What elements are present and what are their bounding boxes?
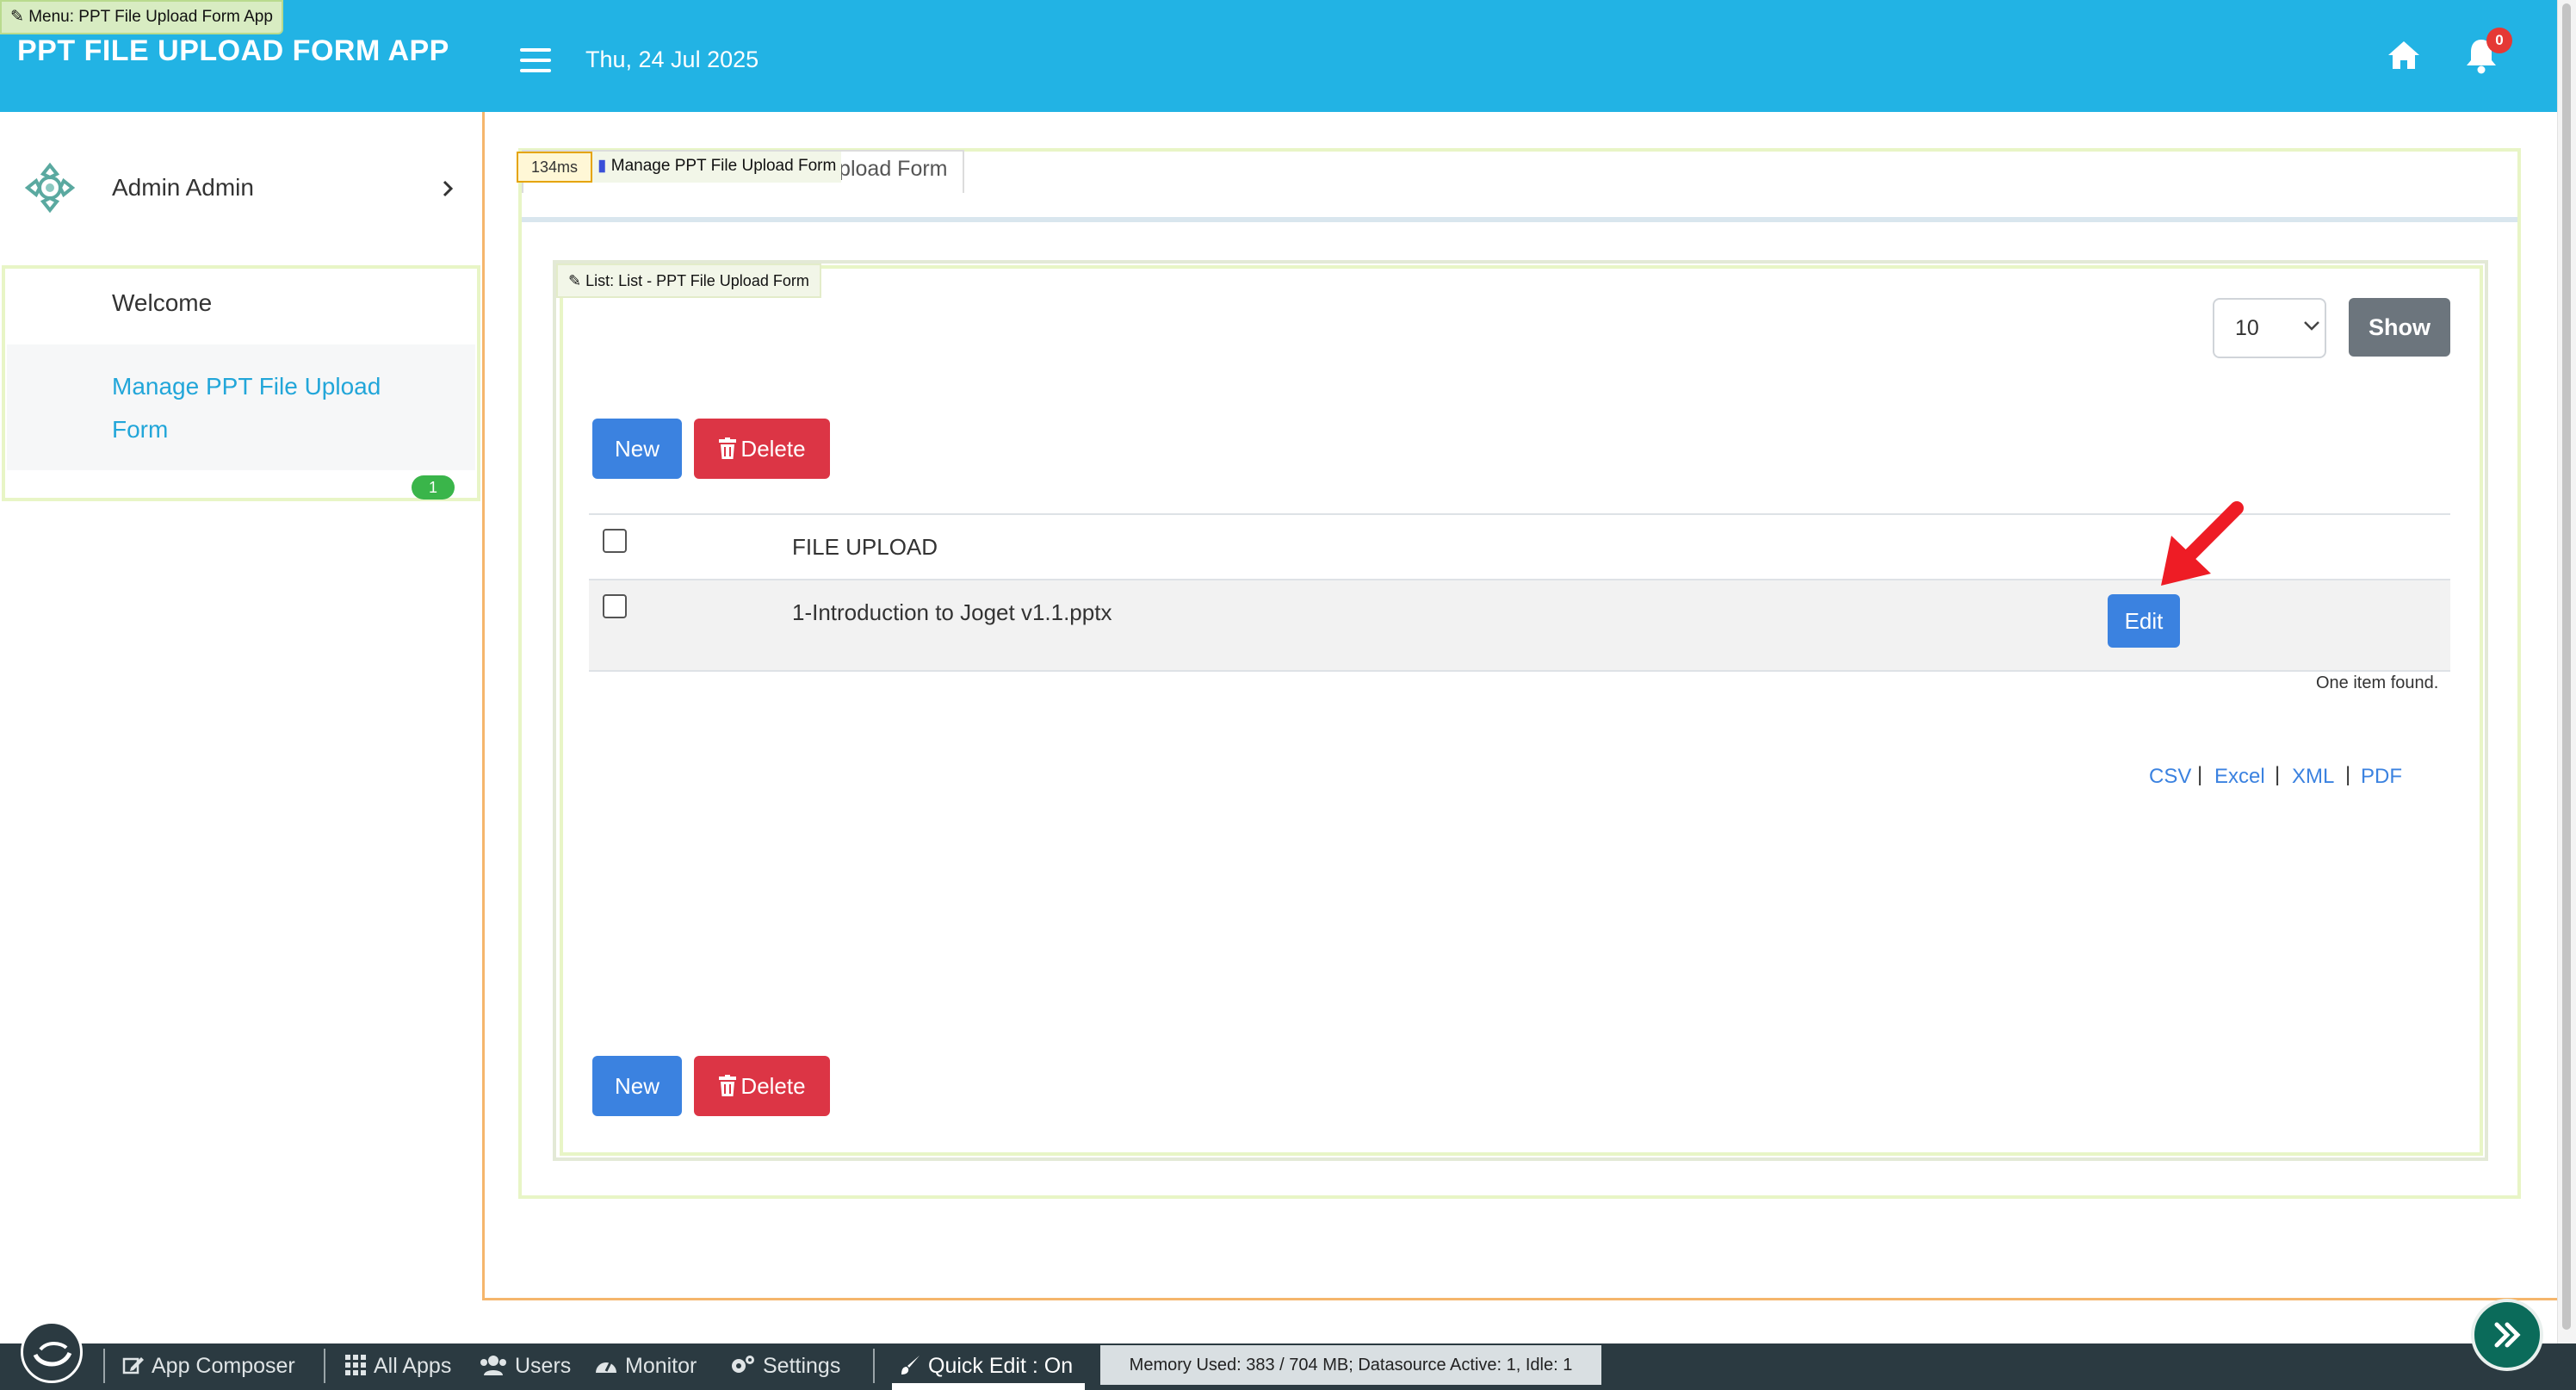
users-link[interactable]: Users	[479, 1354, 571, 1379]
settings-label: Settings	[763, 1354, 841, 1378]
row-file-name: 1-Introduction to Joget v1.1.pptx	[792, 599, 1112, 625]
sidebar-item-manage-ppt-file-upload-form[interactable]: Manage PPT File Upload Form	[112, 365, 387, 451]
delete-button[interactable]: Delete	[694, 419, 830, 479]
sidebar-item-welcome[interactable]: Welcome	[112, 289, 212, 317]
pencil-icon: ✎	[10, 8, 29, 26]
profile-name[interactable]: Admin Admin	[112, 174, 254, 202]
edit-icon	[122, 1357, 144, 1374]
settings-link[interactable]: Settings	[730, 1354, 840, 1379]
hamburger-menu-icon[interactable]	[520, 48, 551, 72]
new-button[interactable]: New	[592, 419, 682, 479]
double-chevron-right-icon	[2494, 1322, 2521, 1348]
tab-label[interactable]: Upload Form	[823, 157, 948, 182]
items-found-text: One item found.	[2316, 673, 2439, 692]
sidebar-item-count-badge: 1	[412, 475, 455, 500]
export-separator: |	[2345, 763, 2351, 786]
export-separator: |	[2197, 763, 2203, 786]
joget-logo-icon[interactable]	[21, 1321, 83, 1383]
trash-icon	[719, 437, 737, 459]
delete-button-label: Delete	[740, 1073, 806, 1099]
pencil-icon: ✎	[568, 272, 586, 289]
quick-edit-toggle[interactable]: Quick Edit : On	[899, 1354, 1073, 1379]
app-composer-link[interactable]: App Composer	[122, 1354, 295, 1379]
new-button-bottom[interactable]: New	[592, 1056, 682, 1116]
export-csv-link[interactable]: CSV	[2149, 765, 2191, 789]
admin-bar-separator	[873, 1349, 875, 1383]
menu-tag-label: Menu: PPT File Upload Form App	[28, 8, 273, 26]
list-quick-edit-box	[560, 265, 2483, 1156]
quick-edit-active-indicator	[892, 1383, 1085, 1390]
users-label: Users	[515, 1354, 572, 1378]
scrollbar-thumb[interactable]	[2562, 3, 2571, 1330]
notification-count-badge: 0	[2486, 28, 2512, 53]
list-quick-edit-tag[interactable]: ✎ List: List - PPT File Upload Form	[556, 264, 821, 298]
export-xml-link[interactable]: XML	[2292, 765, 2334, 789]
grid-icon	[345, 1355, 366, 1375]
expand-fab-button[interactable]	[2471, 1299, 2543, 1371]
column-header-file-upload[interactable]: FILE UPLOAD	[792, 534, 938, 561]
app-title[interactable]: PPT FILE UPLOAD FORM APP	[17, 34, 449, 68]
quick-edit-label: Quick Edit : On	[928, 1354, 1074, 1378]
app-composer-label: App Composer	[152, 1354, 295, 1378]
tab-divider	[522, 217, 2517, 222]
export-excel-link[interactable]: Excel	[2214, 765, 2265, 789]
users-icon	[480, 1356, 506, 1375]
export-separator: |	[2275, 763, 2281, 786]
export-pdf-link[interactable]: PDF	[2361, 765, 2402, 789]
profile-avatar-icon[interactable]	[22, 160, 77, 215]
edit-button[interactable]: Edit	[2108, 594, 2180, 648]
trash-icon	[719, 1075, 737, 1096]
manage-quick-edit-tag[interactable]: ▮ Manage PPT File Upload Form	[592, 152, 842, 183]
all-apps-label: All Apps	[374, 1354, 452, 1378]
table-bottom-border	[589, 670, 2450, 672]
memory-usage-info: Memory Used: 383 / 704 MB; Datasource Ac…	[1100, 1345, 1601, 1385]
list-tag-label: List: List - PPT File Upload Form	[585, 272, 809, 289]
chevron-down-icon[interactable]	[2302, 319, 2321, 332]
monitor-label: Monitor	[625, 1354, 697, 1378]
delete-button-label: Delete	[740, 436, 806, 462]
admin-bar-separator	[103, 1349, 105, 1383]
chevron-right-icon[interactable]	[439, 177, 456, 200]
timing-badge: 134ms	[517, 152, 592, 183]
monitor-link[interactable]: Monitor	[594, 1354, 697, 1379]
current-date: Thu, 24 Jul 2025	[585, 47, 759, 72]
copy-icon: ▮	[598, 157, 607, 175]
show-button[interactable]: Show	[2349, 298, 2450, 357]
gear-icon	[732, 1356, 754, 1373]
home-icon[interactable]	[2387, 40, 2421, 71]
delete-button-bottom[interactable]: Delete	[694, 1056, 830, 1116]
brush-icon	[901, 1356, 920, 1374]
row-checkbox[interactable]	[603, 594, 627, 618]
menu-quick-edit-tag[interactable]: ✎ Menu: PPT File Upload Form App	[0, 0, 283, 34]
gauge-icon	[596, 1360, 616, 1373]
red-arrow-annotation-icon	[2152, 501, 2247, 591]
admin-bar-separator	[324, 1349, 325, 1383]
manage-tag-label: Manage PPT File Upload Form	[610, 157, 837, 175]
select-all-checkbox[interactable]	[603, 529, 627, 553]
all-apps-link[interactable]: All Apps	[344, 1354, 451, 1379]
